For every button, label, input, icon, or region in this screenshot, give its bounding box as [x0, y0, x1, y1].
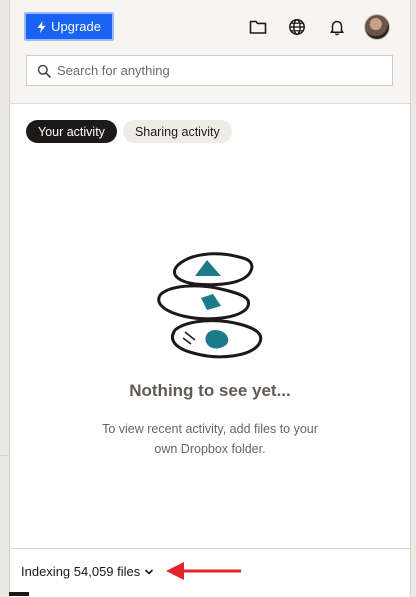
activity-tabs: Your activity Sharing activity	[26, 120, 232, 143]
background-edge	[9, 592, 29, 596]
red-arrow-annotation	[166, 562, 241, 580]
indexing-label: Indexing 54,059 files	[21, 564, 141, 579]
indexing-status-button[interactable]: Indexing 54,059 files	[21, 564, 154, 579]
lightning-icon	[37, 20, 46, 33]
activity-panel: Upgrade Search for anything Your activit…	[9, 0, 411, 597]
upgrade-button[interactable]: Upgrade	[24, 12, 114, 41]
tab-sharing-activity[interactable]: Sharing activity	[122, 120, 232, 143]
globe-icon[interactable]	[286, 16, 308, 38]
empty-state-description: To view recent activity, add files to yo…	[102, 422, 318, 456]
search-icon	[37, 64, 51, 78]
empty-state-illustration	[157, 252, 263, 359]
tab-your-activity[interactable]: Your activity	[26, 120, 117, 143]
bell-icon[interactable]	[326, 16, 348, 38]
upgrade-label: Upgrade	[51, 19, 101, 34]
background-divider	[0, 455, 9, 456]
avatar[interactable]	[365, 15, 389, 39]
search-input[interactable]: Search for anything	[26, 55, 393, 86]
panel-header: Upgrade Search for anything	[10, 0, 410, 104]
panel-footer: Indexing 54,059 files	[10, 548, 410, 597]
chevron-down-icon	[145, 568, 154, 575]
empty-state-title: Nothing to see yet...	[129, 381, 291, 400]
search-placeholder: Search for anything	[57, 63, 170, 78]
folder-icon[interactable]	[247, 16, 269, 38]
